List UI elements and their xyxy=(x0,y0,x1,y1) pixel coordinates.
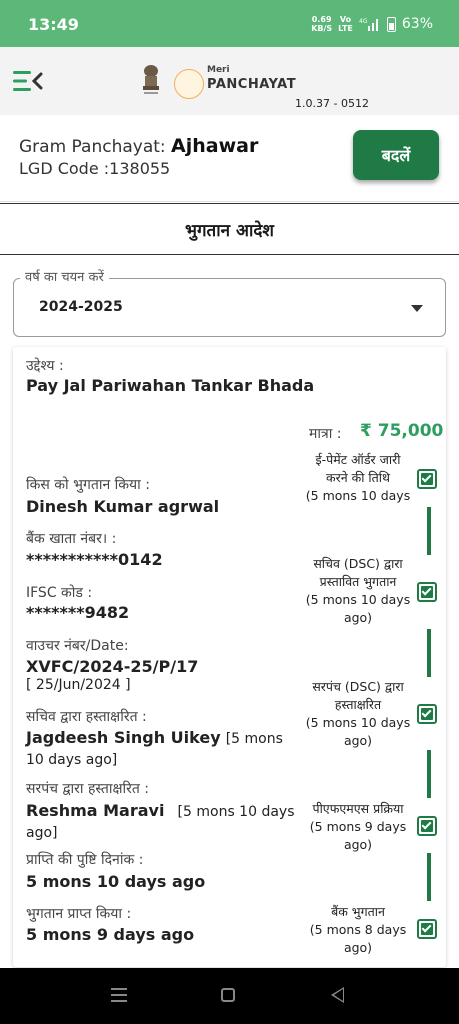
app-header: Meri PANCHAYAT 1.0.37 - 0512 xyxy=(0,47,459,115)
change-panchayat-button[interactable]: बदलें xyxy=(353,130,439,180)
step-epayment-order: ई-पेमेंट ऑर्डर जारी करने की तिथि (5 mons… xyxy=(305,452,411,503)
voucher-label: वाउचर नंबर/Date: xyxy=(26,638,129,654)
step-pfms-checkbox xyxy=(417,816,437,836)
status-icons: 0.69 KB/S Vo LTE 4G 63% xyxy=(311,15,433,33)
year-select-label: वर्ष का चयन करें xyxy=(20,267,109,285)
battery-icon xyxy=(386,16,396,32)
sarpanch-signed-label: सरपंच द्वारा हस्ताक्षरित : xyxy=(26,781,149,797)
step-bank-checkbox xyxy=(417,919,437,939)
account-label: बैंक खाता नंबर। : xyxy=(26,531,117,547)
logo-emblem-icon xyxy=(174,69,204,99)
sarpanch-signed-value: Reshma Maravi [5 mons 10 days ago] xyxy=(26,801,295,841)
app-version: 1.0.37 - 0512 xyxy=(295,97,369,110)
amount-label: मात्रा : xyxy=(309,426,342,442)
purpose-value: Pay Jal Pariwahan Tankar Bhada xyxy=(26,376,315,395)
step-epayment-checkbox xyxy=(417,469,437,489)
timeline-connector xyxy=(427,629,431,677)
year-select-value: 2024-2025 xyxy=(39,299,123,315)
receipt-confirm-value: 5 mons 10 days ago xyxy=(26,872,206,891)
secretary-signed-label: सचिव द्वारा हस्ताक्षरित : xyxy=(26,709,147,725)
lgd-code-line: LGD Code :138055 xyxy=(19,159,171,178)
network-speed: 0.69 KB/S xyxy=(311,15,333,33)
back-icon[interactable] xyxy=(331,987,344,1003)
lgd-code: 138055 xyxy=(109,159,171,178)
account-value: ***********0142 xyxy=(26,550,163,569)
step-pfms-process: पीएफएमएस प्रक्रिया (5 mons 9 days ago) xyxy=(309,801,407,852)
panchayat-info: Gram Panchayat: Ajhawar LGD Code :138055… xyxy=(0,115,459,202)
secretary-signed-value: Jagdeesh Singh Uikey [5 mons 10 days ago… xyxy=(26,728,283,768)
status-bar: 13:49 0.69 KB/S Vo LTE 4G 63% xyxy=(0,0,459,47)
home-icon[interactable] xyxy=(221,988,235,1002)
voucher-date: [ 25/Jun/2024 ] xyxy=(26,677,131,693)
status-time: 13:49 xyxy=(28,15,79,34)
year-select[interactable]: 2024-2025 xyxy=(13,278,446,337)
payment-order-card: उद्देश्य : Pay Jal Pariwahan Tankar Bhad… xyxy=(13,347,446,967)
ifsc-label: IFSC कोड : xyxy=(26,585,93,601)
step-secretary-checkbox xyxy=(417,582,437,602)
battery-level: 63% xyxy=(401,16,433,32)
step-secretary-dsc: सचिव (DSC) द्वारा प्रस्तावित भुगतान (5 m… xyxy=(305,556,411,625)
paid-to-label: किस को भुगतान किया : xyxy=(26,477,150,493)
ifsc-value: *******9482 xyxy=(26,603,130,622)
svg-text:4G: 4G xyxy=(359,18,368,25)
payment-received-value: 5 mons 9 days ago xyxy=(26,925,195,944)
national-emblem-icon xyxy=(143,65,159,94)
voucher-value: XVFC/2024-25/P/17 xyxy=(26,657,199,676)
page-title-bar: भुगतान आदेश xyxy=(0,203,459,255)
volte-icon: Vo LTE xyxy=(338,15,353,33)
signal-icon: 4G xyxy=(359,18,378,31)
step-sarpanch-dsc: सरपंच (DSC) द्वारा हस्ताक्षरित (5 mons 1… xyxy=(305,679,411,748)
dropdown-arrow-icon xyxy=(411,305,423,312)
receipt-confirm-label: प्राप्ति की पुष्टि दिनांक : xyxy=(26,852,144,868)
meri-panchayat-logo: Meri PANCHAYAT xyxy=(174,63,296,99)
step-bank-payment: बैंक भुगतान (5 mons 8 days ago) xyxy=(309,904,407,955)
step-sarpanch-checkbox xyxy=(417,704,437,724)
timeline-connector xyxy=(427,853,431,901)
gram-panchayat-line: Gram Panchayat: Ajhawar xyxy=(19,135,259,157)
amount-value: ₹ 75,000 xyxy=(360,421,444,441)
paid-to-value: Dinesh Kumar agrwal xyxy=(26,497,220,516)
timeline-connector xyxy=(427,507,431,555)
purpose-label: उद्देश्य : xyxy=(26,358,64,374)
system-nav-bar xyxy=(0,968,459,1024)
panchayat-name: Ajhawar xyxy=(171,135,259,157)
payment-received-label: भुगतान प्राप्त किया : xyxy=(26,906,132,922)
recent-apps-icon[interactable] xyxy=(111,988,127,1002)
timeline-connector xyxy=(427,750,431,798)
menu-collapse-icon[interactable] xyxy=(13,69,43,93)
page-title: भुगतान आदेश xyxy=(185,221,274,241)
